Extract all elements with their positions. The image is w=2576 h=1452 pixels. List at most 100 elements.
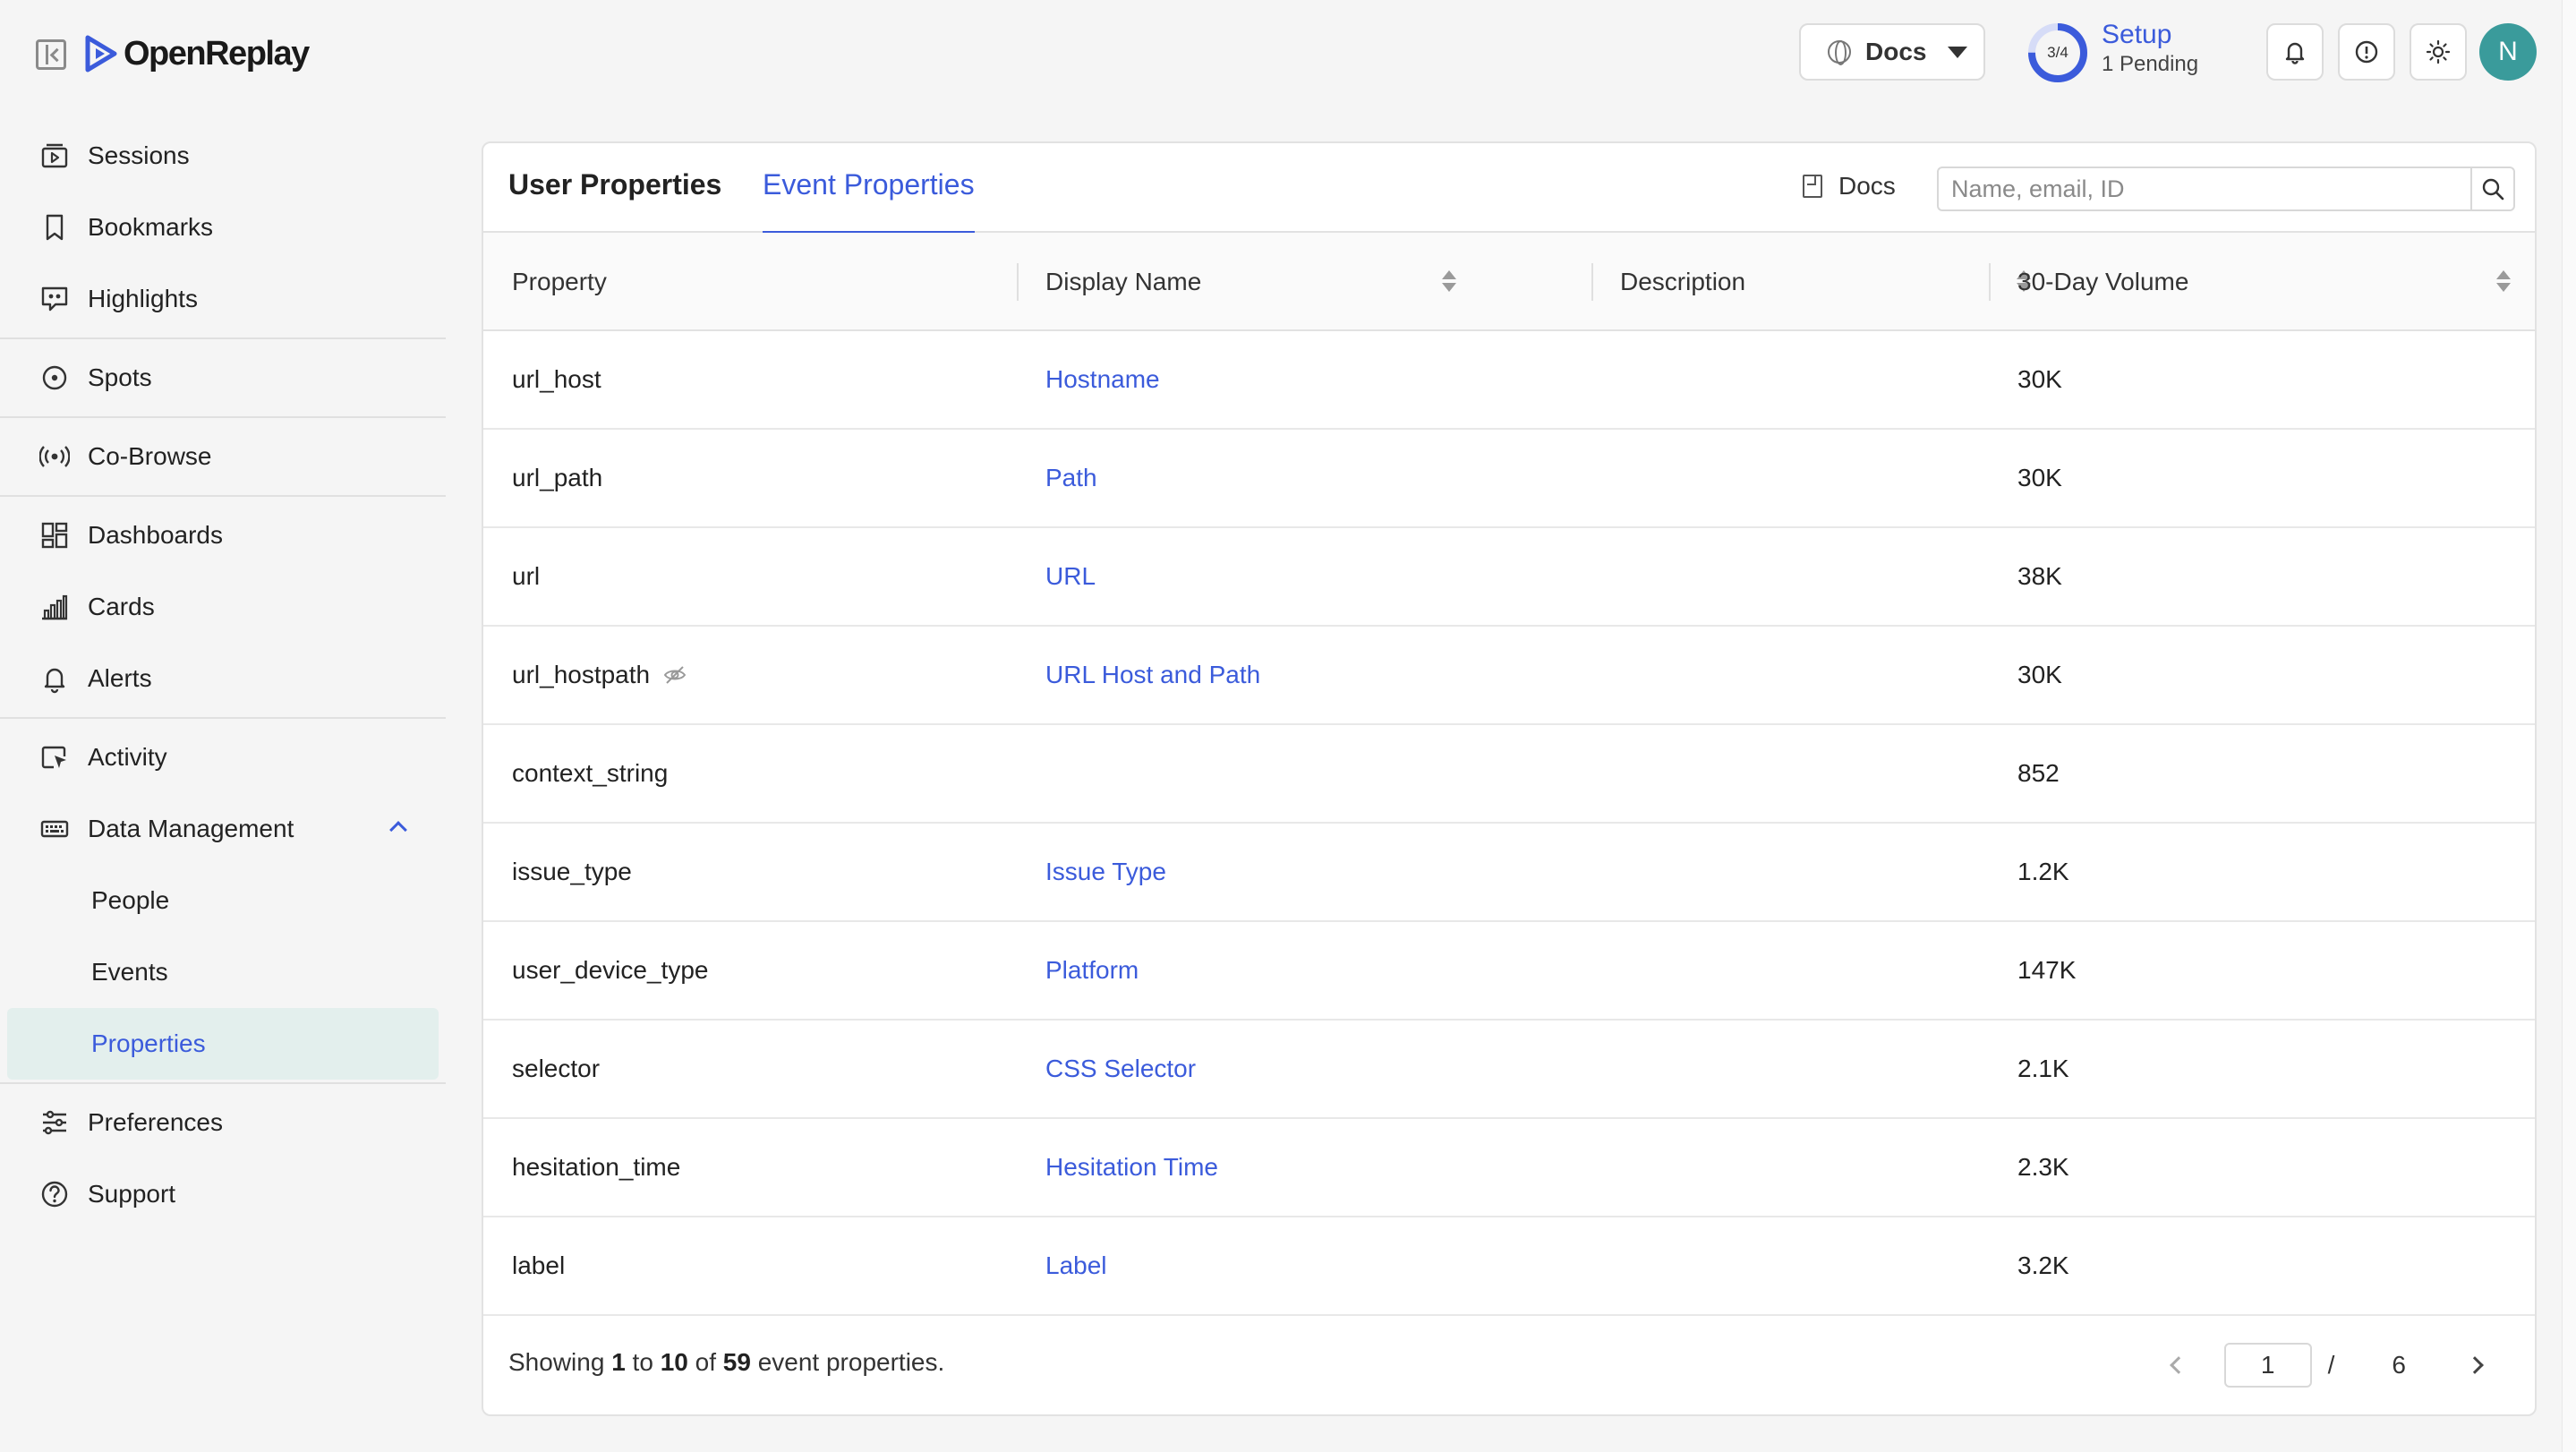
docs-link[interactable]: Docs <box>1803 172 1896 201</box>
sidebar-item-label: Bookmarks <box>88 213 214 241</box>
sidebar-item-label: Co-Browse <box>88 442 212 470</box>
table-header: Property Display Name Description 30-Day… <box>483 233 2535 331</box>
sidebar-item-label: Spots <box>88 363 152 391</box>
sidebar-item-spots[interactable]: Spots <box>0 342 446 414</box>
cell-display-name[interactable]: Issue Type <box>1045 824 1166 920</box>
sidebar-item-label: Preferences <box>88 1108 223 1136</box>
sidebar-item-alerts[interactable]: Alerts <box>0 643 446 714</box>
cell-display-name[interactable]: Platform <box>1045 922 1139 1019</box>
summary-to-word: to <box>632 1348 653 1376</box>
spots-icon <box>42 365 67 390</box>
property-key: label <box>512 1251 566 1279</box>
table-row[interactable]: issue_type Issue Type 1.2K <box>483 824 2535 922</box>
sidebar-item-sessions[interactable]: Sessions <box>0 120 446 192</box>
property-key: url_path <box>512 464 603 491</box>
cell-display-name[interactable]: CSS Selector <box>1045 1021 1196 1117</box>
table-footer: Showing 1 to 10 of 59 event properties. … <box>483 1311 2535 1414</box>
page-separator: / <box>2327 1351 2335 1379</box>
sidebar-item-activity[interactable]: Activity <box>0 722 446 793</box>
cell-property: user_device_type <box>512 922 708 1019</box>
sidebar-item-preferences[interactable]: Preferences <box>0 1087 446 1158</box>
cell-volume: 2.3K <box>2017 1153 2069 1181</box>
table-row[interactable]: selector CSS Selector 2.1K <box>483 1021 2535 1119</box>
sidebar-item-label: Support <box>88 1180 176 1208</box>
cell-volume: 2.1K <box>2017 1055 2069 1082</box>
cell-property: url_hostpath <box>512 627 687 723</box>
search-button[interactable] <box>2470 168 2513 209</box>
sidebar-item-dashboards[interactable]: Dashboards <box>0 500 446 571</box>
sidebar-item-data-management[interactable]: Data Management <box>0 793 446 865</box>
column-header-volume[interactable]: 30-Day Volume <box>2017 233 2188 331</box>
cell-display-name[interactable]: URL Host and Path <box>1045 627 1260 723</box>
bell-icon <box>2285 42 2305 64</box>
docs-dropdown-label: Docs <box>1865 38 1927 65</box>
summary-to: 10 <box>660 1348 688 1376</box>
table-row[interactable]: label Label 3.2K <box>483 1217 2535 1316</box>
column-header-description: Description <box>1620 268 1746 295</box>
column-divider <box>1989 263 1991 301</box>
logo[interactable]: OpenReplay <box>82 32 310 75</box>
sun-icon <box>2426 39 2451 64</box>
notifications-button[interactable] <box>2266 23 2324 81</box>
sidebar-item-cards[interactable]: Cards <box>0 571 446 643</box>
table-row[interactable]: url_host Hostname 30K <box>483 331 2535 430</box>
cell-display-name[interactable]: URL <box>1045 528 1096 625</box>
data-management-icon <box>40 820 69 838</box>
property-key: context_string <box>512 759 669 787</box>
properties-panel: User Properties Event Properties Docs Pr… <box>482 141 2537 1416</box>
alert-info-button[interactable] <box>2338 23 2395 81</box>
sidebar-subitem-events[interactable]: Events <box>0 936 446 1008</box>
page-number-input[interactable]: 1 <box>2223 1343 2312 1388</box>
sort-icon[interactable] <box>2495 269 2512 295</box>
sidebar-divider <box>0 1082 446 1084</box>
table-row[interactable]: url URL 38K <box>483 528 2535 627</box>
sidebar-item-label: Dashboards <box>88 521 223 549</box>
cell-volume: 3.2K <box>2017 1251 2069 1279</box>
openreplay-logo-icon <box>85 35 117 73</box>
setup-progress[interactable]: 3/4 Setup 1 Pending <box>2026 20 2205 84</box>
table-row[interactable]: url_path Path 30K <box>483 430 2535 528</box>
tab-event-properties[interactable]: Event Properties <box>763 168 975 235</box>
sessions-icon <box>41 143 68 168</box>
column-divider <box>1591 263 1593 301</box>
table-body: url_host Hostname 30K url_path Path 30K … <box>483 331 2535 1316</box>
summary-prefix: Showing <box>508 1348 605 1376</box>
sidebar-item-bookmarks[interactable]: Bookmarks <box>0 192 446 263</box>
chevron-right-icon[interactable] <box>2466 1356 2484 1374</box>
table-row[interactable]: user_device_type Platform 147K <box>483 922 2535 1021</box>
sidebar-item-cobrowse[interactable]: Co-Browse <box>0 421 446 492</box>
theme-toggle-button[interactable] <box>2410 23 2467 81</box>
property-key: hesitation_time <box>512 1153 681 1181</box>
cell-display-name[interactable]: Label <box>1045 1217 1107 1314</box>
sidebar-item-label: Sessions <box>88 141 190 169</box>
summary-suffix: event properties. <box>757 1348 945 1376</box>
setup-progress-fraction: 3/4 <box>2047 44 2068 61</box>
table-row[interactable]: hesitation_time Hesitation Time 2.3K <box>483 1119 2535 1217</box>
property-key: user_device_type <box>512 956 709 984</box>
sidebar-subitem-properties[interactable]: Properties <box>7 1008 439 1080</box>
user-avatar[interactable]: N <box>2479 23 2537 81</box>
cell-property: selector <box>512 1021 600 1117</box>
page-total: 6 <box>2392 1351 2406 1379</box>
bookmark-icon <box>46 214 64 241</box>
chevron-up-icon[interactable] <box>389 821 407 839</box>
cell-property: url_host <box>512 331 601 428</box>
column-header-property[interactable]: Property <box>512 233 607 331</box>
sidebar-item-highlights[interactable]: Highlights <box>0 263 446 335</box>
chevron-left-icon[interactable] <box>2169 1356 2188 1374</box>
summary-of-word: of <box>695 1348 716 1376</box>
sidebar-item-support[interactable]: Support <box>0 1158 446 1230</box>
search-input[interactable] <box>1939 168 2470 209</box>
table-row[interactable]: url_hostpath URL Host and Path 30K <box>483 627 2535 725</box>
sort-icon[interactable] <box>1441 269 1457 295</box>
table-row[interactable]: context_string 852 <box>483 725 2535 824</box>
tab-user-properties[interactable]: User Properties <box>508 168 721 233</box>
column-header-display-name[interactable]: Display Name <box>1045 233 1201 331</box>
docs-dropdown[interactable]: Docs <box>1799 23 1985 81</box>
page-scrollbar[interactable] <box>2562 0 2576 1452</box>
sidebar-subitem-people[interactable]: People <box>0 865 446 936</box>
cell-display-name[interactable]: Path <box>1045 430 1097 526</box>
sidebar-collapse-icon[interactable] <box>36 39 66 70</box>
cell-display-name[interactable]: Hesitation Time <box>1045 1119 1218 1216</box>
cell-display-name[interactable]: Hostname <box>1045 331 1160 428</box>
